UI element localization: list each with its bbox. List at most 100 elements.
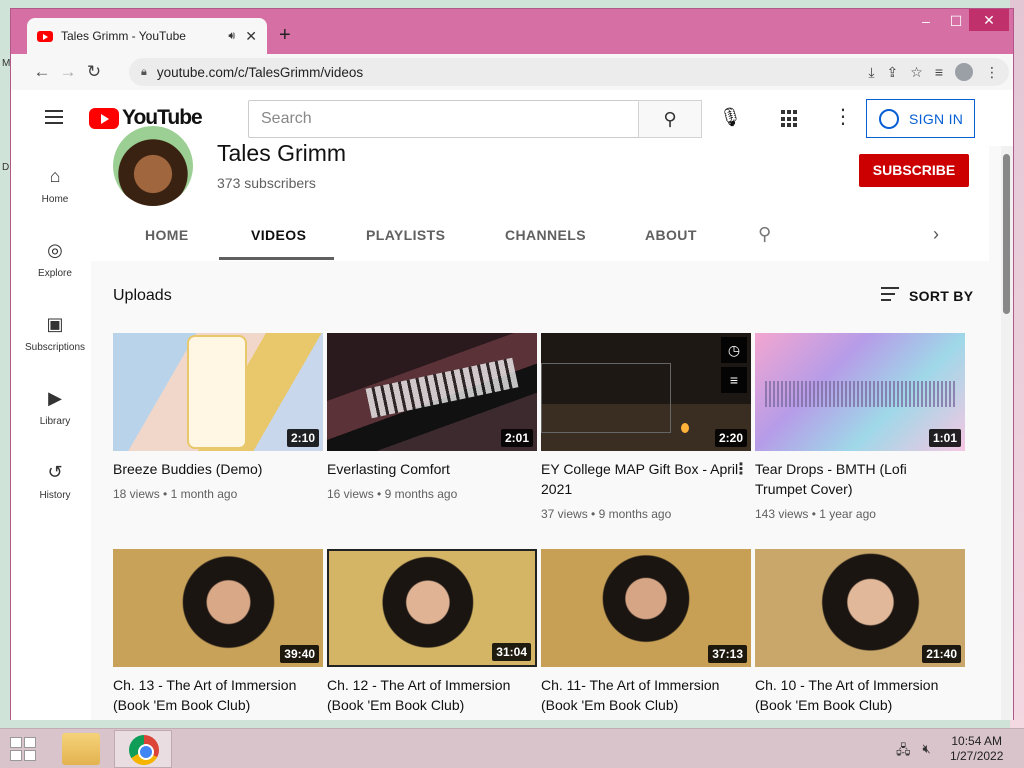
tab-title: Tales Grimm - YouTube — [61, 29, 186, 43]
history-icon: ↺ — [47, 462, 63, 482]
video-duration: 21:40 — [922, 645, 961, 663]
tab-strip: Tales Grimm - YouTube 🔊︎ ✕ + – ☐ ✕ — [11, 9, 1013, 54]
back-button[interactable]: ← — [29, 62, 55, 82]
maximize-button[interactable]: ☐ — [941, 13, 971, 30]
view-count: 143 views — [755, 507, 809, 521]
subscribe-button[interactable]: SUBSCRIBE — [859, 154, 969, 187]
tab-home[interactable]: HOME — [145, 227, 189, 243]
video-card[interactable]: 39:40 Ch. 13 - The Art of Immersion (Boo… — [113, 549, 323, 715]
video-card[interactable]: 2:10 Breeze Buddies (Demo) 18 views • 1 … — [113, 333, 323, 501]
guide-item-home[interactable]: ⌂ Home — [11, 164, 99, 205]
video-thumbnail[interactable]: 31:04 — [327, 549, 537, 667]
new-tab-button[interactable]: + — [279, 24, 291, 46]
home-icon: ⌂ — [49, 166, 61, 186]
bookmark-star-icon[interactable]: ☆ — [910, 64, 923, 81]
video-duration: 37:13 — [708, 645, 747, 663]
uploads-title: Uploads — [113, 287, 172, 304]
tab-channels[interactable]: CHANNELS — [505, 227, 586, 243]
network-icon[interactable]: 🖧︎ — [896, 741, 911, 763]
video-duration: 2:10 — [286, 429, 319, 447]
taskbar-chrome-button[interactable] — [114, 730, 172, 768]
video-title[interactable]: EY College MAP Gift Box - April 2021 — [541, 459, 751, 499]
video-card[interactable]: 37:13 Ch. 11- The Art of Immersion (Book… — [541, 549, 751, 715]
lock-icon[interactable]: 🔒︎ — [141, 66, 147, 79]
video-thumbnail[interactable]: 21:40 — [755, 549, 965, 667]
video-title[interactable]: Ch. 12 - The Art of Immersion (Book 'Em … — [327, 675, 537, 715]
video-thumbnail[interactable]: 2:01 — [327, 333, 537, 451]
guide-item-explore[interactable]: ◎ Explore — [11, 238, 99, 279]
sort-icon — [881, 287, 899, 305]
tab-playlists[interactable]: PLAYLISTS — [366, 227, 445, 243]
channel-avatar[interactable] — [113, 126, 193, 206]
address-bar[interactable]: 🔒︎ youtube.com/c/TalesGrimm/videos ⤓ ⇪ ☆… — [129, 58, 1009, 86]
video-title[interactable]: Tear Drops - BMTH (Lofi Trumpet Cover) — [755, 459, 965, 499]
video-card[interactable]: 21:40 Ch. 10 - The Art of Immersion (Boo… — [755, 549, 965, 715]
chevron-right-icon[interactable]: › — [933, 224, 939, 245]
clock-time: 10:54 AM — [951, 734, 1003, 748]
video-action-menu-icon[interactable]: ⋮ — [733, 459, 749, 479]
share-icon[interactable]: ⇪ — [887, 64, 899, 81]
forward-button[interactable]: → — [55, 62, 81, 82]
tab-videos[interactable]: VIDEOS — [251, 227, 306, 243]
tab-about[interactable]: ABOUT — [645, 227, 697, 243]
hamburger-menu-icon[interactable] — [45, 110, 63, 128]
video-title[interactable]: Ch. 11- The Art of Immersion (Book 'Em B… — [541, 675, 751, 715]
guide-item-library[interactable]: ▶ Library — [11, 386, 99, 427]
tab-close-icon[interactable]: ✕ — [245, 28, 257, 45]
scrollbar-thumb[interactable] — [1003, 154, 1010, 314]
search-input[interactable]: Search — [248, 100, 639, 138]
browser-menu-icon[interactable]: ⋮ — [985, 64, 999, 81]
video-meta: 37 views • 9 months ago — [541, 507, 672, 521]
video-thumbnail[interactable]: 2:10 — [113, 333, 323, 451]
browser-tab[interactable]: Tales Grimm - YouTube 🔊︎ ✕ — [27, 18, 267, 54]
video-card[interactable]: 2:01 Everlasting Comfort 16 views • 9 mo… — [327, 333, 537, 501]
guide-item-history[interactable]: ↺ History — [11, 460, 99, 501]
video-title[interactable]: Breeze Buddies (Demo) — [113, 459, 323, 479]
user-icon — [879, 108, 899, 129]
sort-by-button[interactable]: SORT BY — [881, 287, 973, 305]
watch-later-clock-icon[interactable]: ◷ — [721, 337, 747, 363]
install-icon[interactable]: ⤓ — [868, 64, 874, 81]
speaker-icon[interactable]: 🔊︎ — [228, 30, 235, 43]
browser-toolbar: ← → ↻ 🔒︎ youtube.com/c/TalesGrimm/videos… — [11, 54, 1013, 90]
video-title[interactable]: Ch. 13 - The Art of Immersion (Book 'Em … — [113, 675, 323, 715]
video-title[interactable]: Everlasting Comfort — [327, 459, 537, 479]
channel-search-icon[interactable]: ⚲ — [758, 224, 771, 245]
url-text[interactable]: youtube.com/c/TalesGrimm/videos — [157, 65, 868, 80]
start-button-windows-icon[interactable] — [10, 737, 36, 761]
minimize-button[interactable]: – — [911, 13, 941, 29]
page-scrollbar[interactable] — [1001, 146, 1013, 720]
guide-item-label: Subscriptions — [24, 342, 86, 353]
video-card[interactable]: 31:04 Ch. 12 - The Art of Immersion (Boo… — [327, 549, 537, 715]
taskbar-clock[interactable]: 10:54 AM 1/27/2022 — [950, 734, 1003, 764]
profile-avatar[interactable] — [955, 63, 973, 81]
sign-in-button[interactable]: SIGN IN — [866, 99, 975, 138]
video-meta: 18 views • 1 month ago — [113, 487, 238, 501]
candle-flame — [681, 423, 689, 433]
add-to-queue-icon[interactable]: ≡ — [721, 367, 747, 393]
view-count: 16 views — [327, 487, 374, 501]
search-button[interactable]: ⚲ — [638, 100, 702, 138]
video-card[interactable]: ◷ ≡ 2:20 EY College MAP Gift Box - April… — [541, 333, 751, 521]
guide-item-label: Explore — [38, 268, 72, 279]
compass-icon: ◎ — [47, 240, 63, 260]
video-thumbnail[interactable]: 37:13 — [541, 549, 751, 667]
clock-date: 1/27/2022 — [950, 749, 1004, 763]
video-thumbnail[interactable]: 39:40 — [113, 549, 323, 667]
reload-button[interactable]: ↻ — [81, 62, 107, 82]
youtube-favicon-icon — [37, 30, 53, 42]
browser-window: Tales Grimm - YouTube 🔊︎ ✕ + – ☐ ✕ ← → ↻… — [10, 8, 1014, 720]
video-thumbnail[interactable]: ◷ ≡ 2:20 — [541, 333, 751, 451]
video-thumbnail[interactable]: 1:01 — [755, 333, 965, 451]
video-title[interactable]: Ch. 10 - The Art of Immersion (Book 'Em … — [755, 675, 965, 715]
volume-muted-icon[interactable]: 🔇︎ — [923, 741, 931, 763]
guide-item-subscriptions[interactable]: ▣ Subscriptions — [11, 312, 99, 353]
close-window-button[interactable]: ✕ — [969, 9, 1009, 31]
youtube-play-icon — [89, 107, 119, 129]
file-explorer-folder-icon[interactable] — [62, 733, 100, 765]
settings-more-icon[interactable]: ⋮ — [833, 104, 853, 129]
youtube-apps-icon[interactable] — [781, 110, 799, 128]
voice-search-mic-icon[interactable]: 🎙︎ — [719, 107, 742, 128]
video-card[interactable]: 1:01 Tear Drops - BMTH (Lofi Trumpet Cov… — [755, 333, 965, 521]
reading-list-icon[interactable]: ≡ — [935, 64, 943, 80]
